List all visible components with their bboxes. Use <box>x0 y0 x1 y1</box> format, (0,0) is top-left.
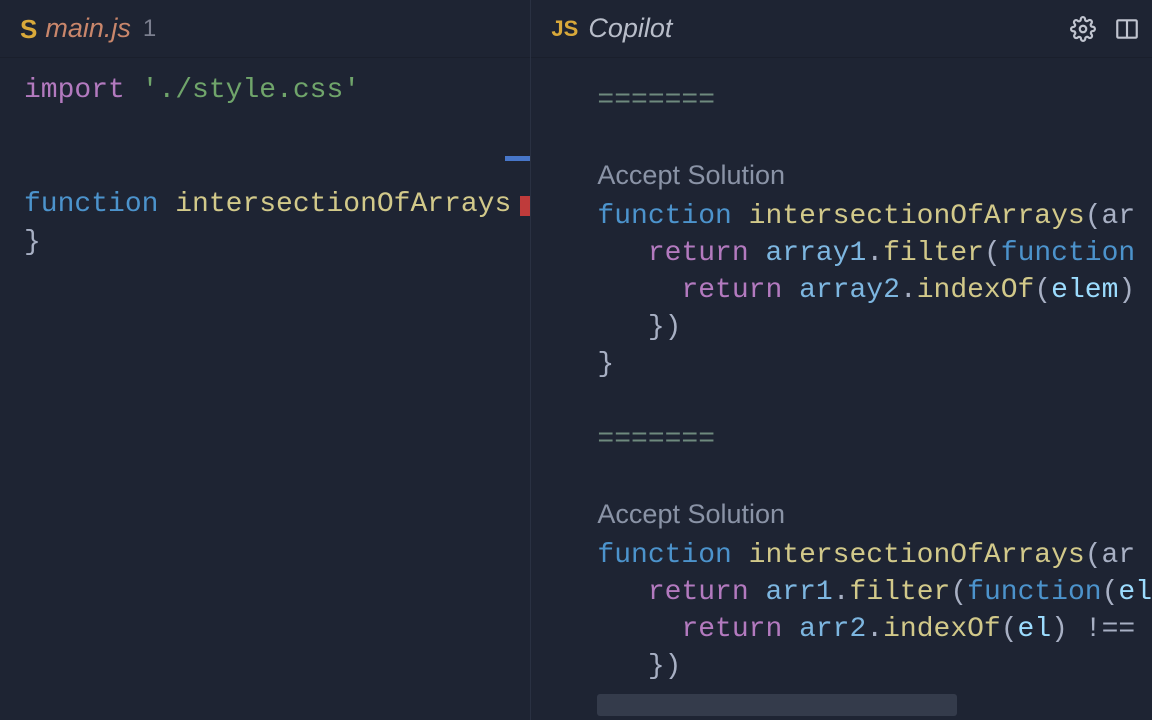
js-file-icon: S <box>20 16 37 42</box>
code-line <box>24 110 530 148</box>
code-line: function intersectionOfArrays(ar <box>597 537 1152 574</box>
settings-icon[interactable] <box>1066 12 1100 46</box>
code-editor[interactable]: import './style.css' function intersecti… <box>0 58 530 720</box>
solution-block: Accept Solution function intersectionOfA… <box>597 157 1152 383</box>
code-line: } <box>24 224 530 262</box>
code-line: function intersectionOfArrays(ar <box>597 198 1152 235</box>
solution-separator: ======= <box>597 82 1152 119</box>
minimap[interactable] <box>504 0 530 720</box>
tab-filename: main.js <box>45 13 131 44</box>
horizontal-scrollbar[interactable] <box>597 694 957 716</box>
code-line: return array2.indexOf(elem) <box>597 272 1152 309</box>
code-line <box>24 148 530 186</box>
code-line: } <box>597 346 1152 383</box>
code-line: }) <box>597 309 1152 346</box>
left-tab-bar: S main.js 1 <box>0 0 530 58</box>
js-file-icon: JS <box>551 18 578 40</box>
file-tab-main-js[interactable]: S main.js 1 <box>8 0 168 57</box>
copilot-tab[interactable]: JS Copilot <box>539 0 1144 57</box>
tab-problems-badge: 1 <box>143 15 156 43</box>
solution-block: Accept Solution function intersectionOfA… <box>597 496 1152 685</box>
code-line: }) <box>597 648 1152 685</box>
solution-separator: ======= <box>597 421 1152 458</box>
accept-solution-button[interactable]: Accept Solution <box>597 157 1152 194</box>
code-line: return arr1.filter(function(el <box>597 574 1152 611</box>
copilot-suggestions[interactable]: ======= Accept Solution function interse… <box>531 58 1152 720</box>
code-line: import './style.css' <box>24 72 530 110</box>
code-line: function intersectionOfArrays <box>24 186 530 224</box>
right-tab-bar: JS Copilot <box>531 0 1152 58</box>
copilot-title: Copilot <box>588 13 672 44</box>
accept-solution-button[interactable]: Accept Solution <box>597 496 1152 533</box>
code-line: return arr2.indexOf(el) !== <box>597 611 1152 648</box>
split-editor-icon[interactable] <box>1110 12 1144 46</box>
editor-pane: S main.js 1 import './style.css' functio… <box>0 0 531 720</box>
minimap-selection-indicator <box>505 156 530 161</box>
copilot-pane: JS Copilot ======= Accept Solution funct… <box>531 0 1152 720</box>
code-line: return array1.filter(function <box>597 235 1152 272</box>
minimap-error-indicator <box>520 196 530 216</box>
